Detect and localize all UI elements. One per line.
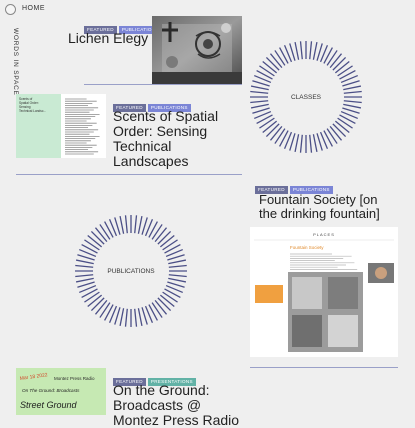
svg-text:PLACES: PLACES	[313, 232, 335, 237]
radial-ray	[269, 53, 283, 69]
svg-text:On The Ground: Broadcasts: On The Ground: Broadcasts	[22, 388, 80, 393]
svg-text:Montez Press Radio: Montez Press Radio	[54, 376, 95, 381]
ground-title[interactable]: On the Ground: Broadcasts @ Montez Press…	[113, 383, 239, 428]
radial-ray	[137, 215, 143, 234]
scents-title[interactable]: Scents of Spatial Order: Sensing Technic…	[113, 109, 218, 169]
lichen-elegy-title[interactable]: Lichen Elegy	[68, 31, 148, 46]
radial-ray	[259, 117, 275, 129]
radial-ray	[343, 103, 362, 109]
radial-ray	[329, 125, 343, 141]
radial-ray	[99, 224, 111, 240]
radial-ray	[154, 299, 168, 315]
home-link[interactable]: HOME	[22, 5, 45, 12]
radial-ray	[343, 90, 362, 94]
radial-ray	[294, 134, 300, 153]
sidebar: WORDS IN SPACE	[0, 0, 20, 415]
radial-ray	[154, 227, 168, 243]
radial-ray	[134, 215, 138, 234]
radial-ray	[134, 308, 138, 327]
radial-ray	[329, 53, 343, 69]
radial-ray	[332, 56, 347, 71]
publications-label: PUBLICATIONS	[107, 268, 155, 275]
radial-ray	[259, 65, 275, 77]
radial-ray	[337, 65, 353, 77]
radial-ray	[137, 308, 143, 327]
divider	[16, 174, 242, 175]
radial-ray	[159, 234, 175, 248]
scents-thumbnail[interactable]: Scents of Spatial Order: Sensing Technic…	[16, 94, 106, 158]
radial-ray	[159, 294, 175, 308]
radial-ray	[151, 302, 163, 318]
radial-ray	[168, 259, 187, 265]
radial-ray	[326, 50, 338, 66]
radial-ray	[250, 90, 269, 94]
divider	[250, 367, 398, 368]
radial-ray	[124, 308, 128, 327]
radial-ray	[299, 134, 303, 153]
radial-ray	[250, 85, 269, 91]
radial-ray	[269, 125, 283, 141]
brand-vertical-text[interactable]: WORDS IN SPACE	[1, 28, 19, 98]
classes-label: CLASSES	[291, 94, 322, 101]
radial-ray	[94, 299, 108, 315]
publications-radial-link[interactable]: PUBLICATIONS	[74, 214, 188, 328]
radial-ray	[299, 41, 303, 60]
radial-ray	[265, 123, 280, 138]
radial-ray	[312, 41, 318, 60]
radial-ray	[265, 56, 280, 71]
radial-ray	[75, 259, 94, 265]
radial-ray	[119, 308, 125, 327]
svg-text:Street Ground: Street Ground	[20, 400, 78, 410]
svg-text:Technical Landsc...: Technical Landsc...	[19, 109, 46, 113]
logo-icon[interactable]	[5, 4, 16, 15]
radial-ray	[250, 103, 269, 109]
radial-ray	[157, 297, 172, 312]
radial-ray	[309, 134, 313, 153]
radial-ray	[119, 215, 125, 234]
radial-ray	[84, 291, 100, 303]
svg-text:Fountain Society: Fountain Society	[290, 245, 324, 250]
radial-ray	[162, 239, 178, 251]
radial-ray	[343, 85, 362, 91]
radial-ray	[274, 50, 286, 66]
divider	[84, 84, 242, 85]
radial-ray	[151, 224, 163, 240]
radial-ray	[262, 120, 278, 134]
radial-ray	[309, 41, 313, 60]
radial-ray	[157, 230, 172, 245]
radial-ray	[250, 100, 269, 104]
radial-ray	[90, 230, 105, 245]
fountain-thumbnail[interactable]: PLACES Fountain Society	[250, 227, 398, 357]
radial-ray	[75, 274, 94, 278]
radial-ray	[75, 264, 94, 268]
radial-ray	[84, 239, 100, 251]
radial-ray	[334, 120, 350, 134]
radial-ray	[75, 277, 94, 283]
classes-radial-link[interactable]: CLASSES	[249, 40, 363, 154]
lichen-elegy-image[interactable]	[152, 16, 242, 84]
radial-ray	[332, 123, 347, 138]
radial-ray	[168, 274, 187, 278]
radial-ray	[343, 100, 362, 104]
radial-ray	[334, 60, 350, 74]
radial-ray	[262, 60, 278, 74]
radial-ray	[168, 277, 187, 283]
radial-ray	[337, 117, 353, 129]
radial-ray	[294, 41, 300, 60]
fountain-title[interactable]: Fountain Society [on the drinking founta…	[259, 193, 380, 221]
radial-ray	[274, 128, 286, 144]
radial-ray	[94, 227, 108, 243]
radial-ray	[168, 264, 187, 268]
radial-ray	[87, 234, 103, 248]
radial-ray	[124, 215, 128, 234]
ground-thumbnail[interactable]: Mar 18 2022 Montez Press Radio On The Gr…	[16, 368, 106, 415]
radial-ray	[162, 291, 178, 303]
radial-ray	[312, 134, 318, 153]
radial-ray	[90, 297, 105, 312]
radial-ray	[87, 294, 103, 308]
radial-ray	[326, 128, 338, 144]
radial-ray	[99, 302, 111, 318]
